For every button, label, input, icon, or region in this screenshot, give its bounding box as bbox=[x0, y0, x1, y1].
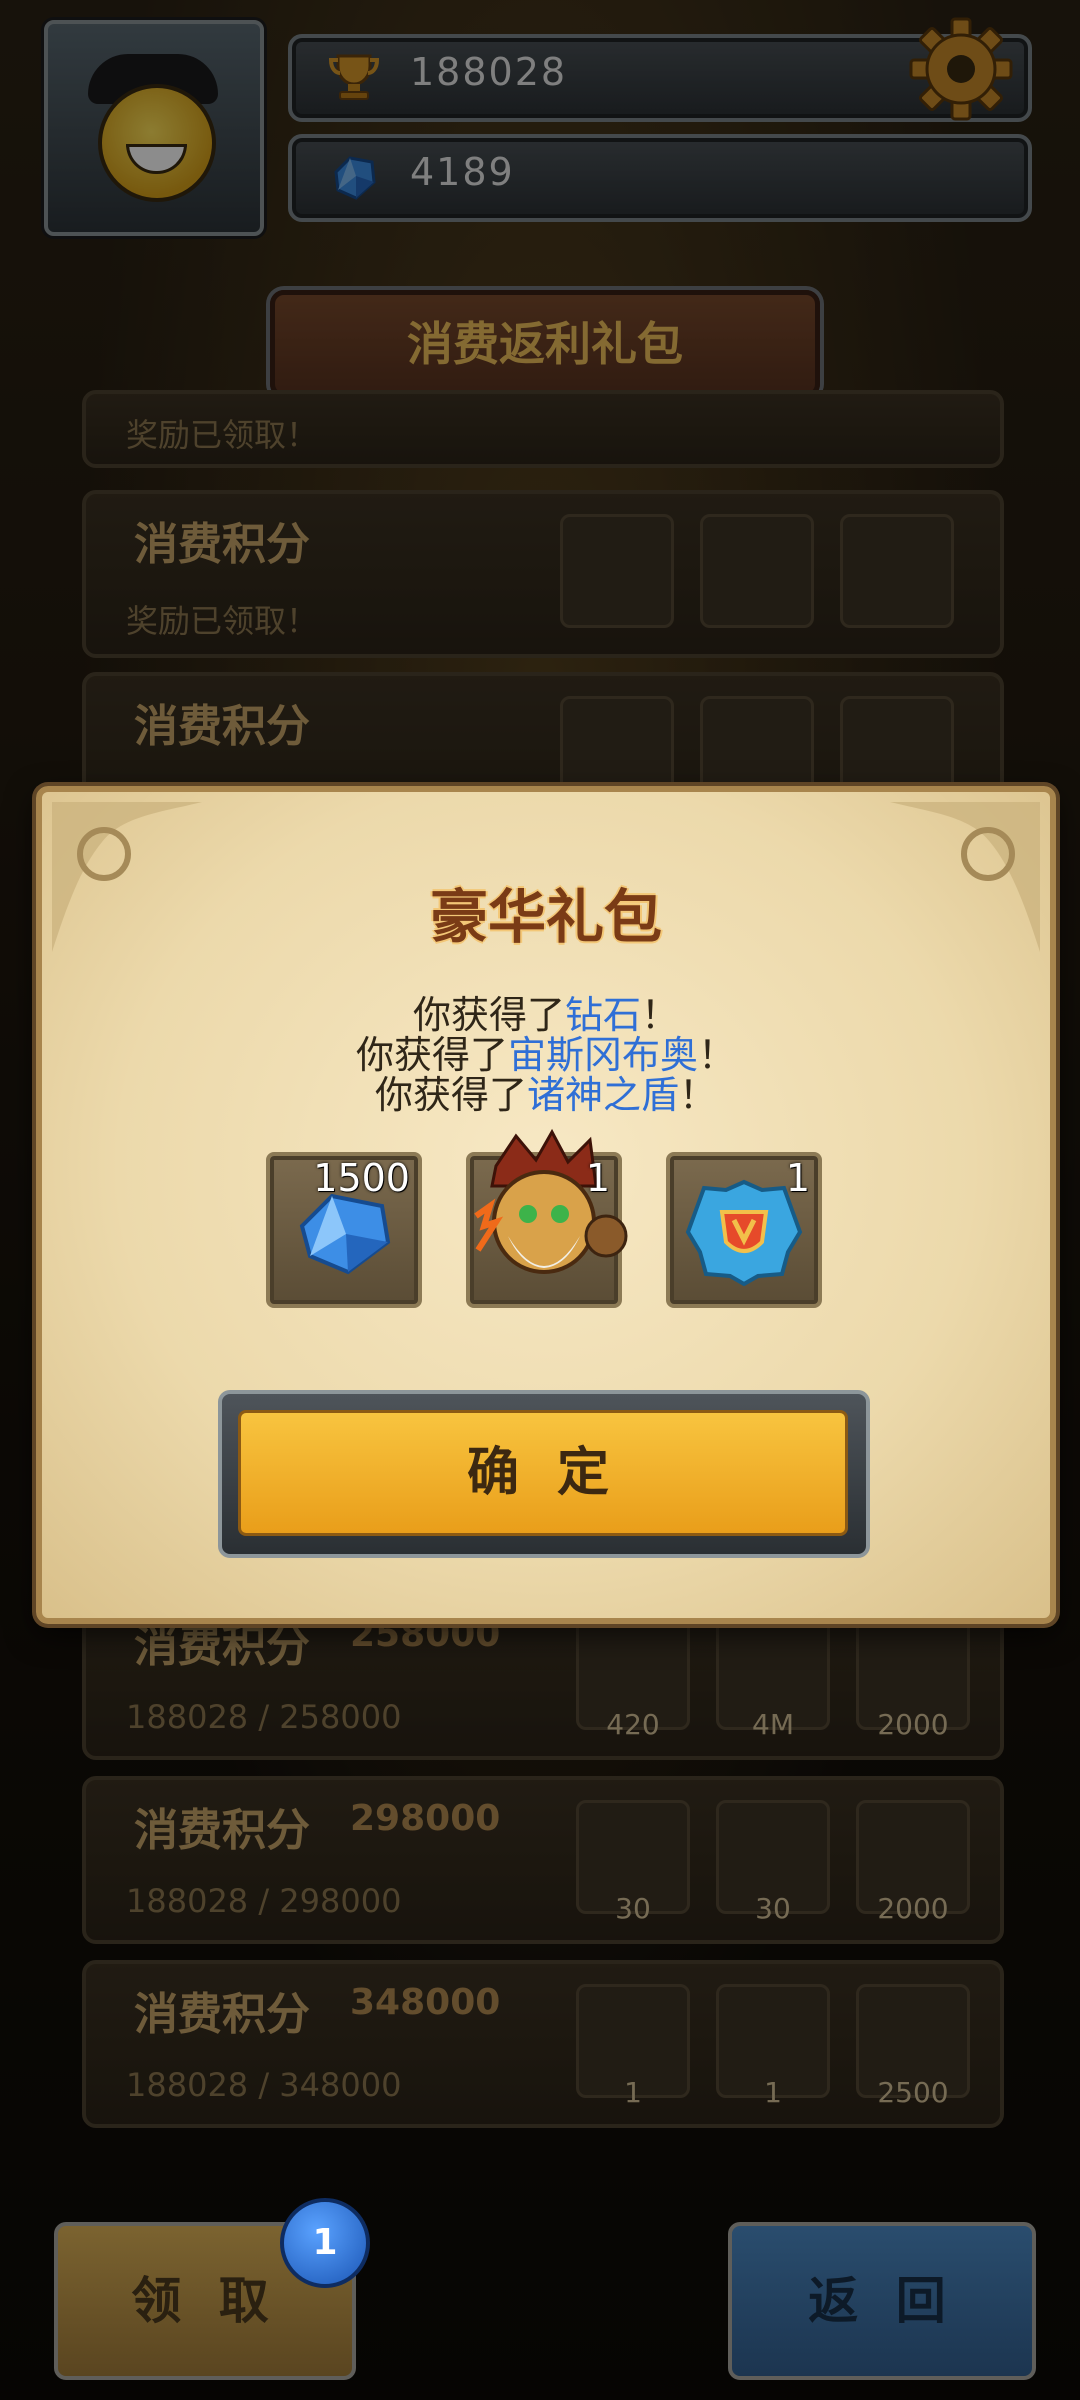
popup-title: 豪华礼包 bbox=[429, 883, 662, 951]
reward-shield: 1 bbox=[666, 1152, 822, 1308]
confirm-label: 确 定 bbox=[466, 1443, 620, 1503]
zeus-hero-icon bbox=[474, 1128, 628, 1274]
back-button[interactable]: 返 回 bbox=[728, 2222, 1036, 2380]
reward-message-line: 你获得了诸神之盾！ bbox=[42, 1064, 1050, 1119]
confirm-button[interactable]: 确 定 bbox=[218, 1390, 870, 1558]
reward-count: 1 bbox=[785, 1156, 810, 1200]
reward-count: 1 bbox=[585, 1156, 610, 1200]
message-suffix: ！ bbox=[679, 1073, 718, 1117]
badge-number: 1 bbox=[312, 2222, 338, 2263]
claim-count-badge: 1 bbox=[280, 2198, 370, 2288]
reward-diamond: 1500 bbox=[266, 1152, 422, 1308]
message-item: 诸神之盾 bbox=[526, 1073, 679, 1117]
reward-popup: 豪华礼包 你获得了钻石！ 你获得了宙斯冈布奥！ 你获得了诸神之盾！ 1500 1 bbox=[36, 786, 1056, 1624]
reward-hero: 1 bbox=[466, 1128, 628, 1308]
confirm-button-face[interactable]: 确 定 bbox=[238, 1410, 848, 1536]
reward-count: 1500 bbox=[313, 1156, 410, 1200]
message-prefix: 你获得了 bbox=[374, 1073, 527, 1117]
back-label: 返 回 bbox=[808, 2272, 956, 2330]
